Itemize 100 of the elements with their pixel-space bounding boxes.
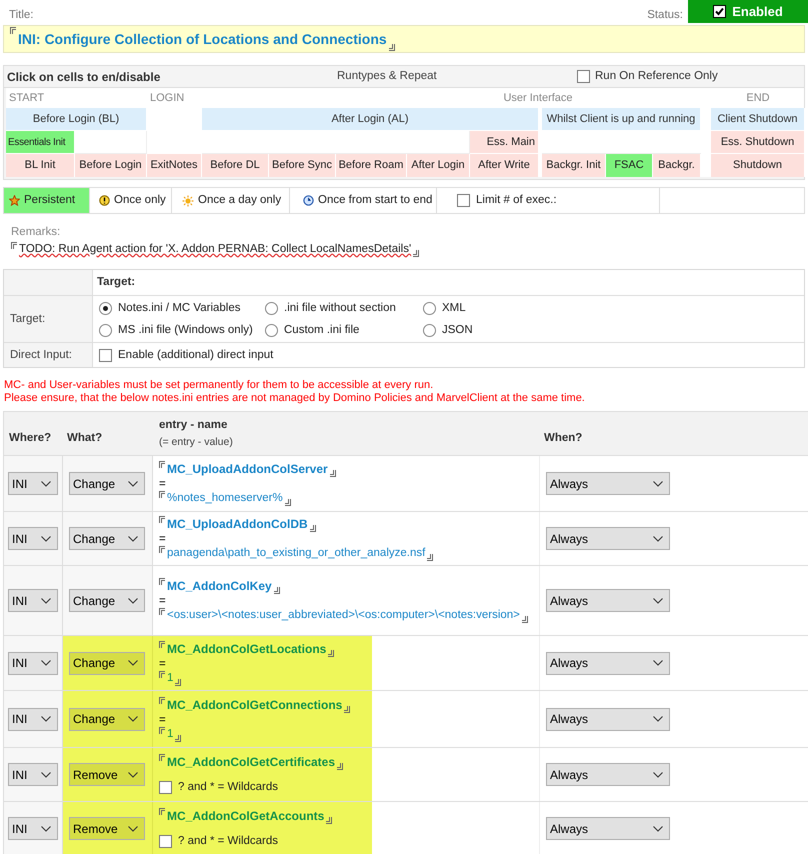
caret-icon [128,536,138,542]
dropdown[interactable]: Remove [69,763,145,786]
runtype-cell[interactable]: FSAC [606,154,653,177]
entry-name[interactable]: MC_UploadAddonColServer [167,460,328,478]
dropdown[interactable]: INI [8,589,58,612]
field-end-icon [330,470,336,478]
checkbox[interactable] [99,348,112,362]
radio-button[interactable] [423,302,436,315]
dropdown[interactable]: Always [546,472,670,496]
runtype-cell[interactable]: Essentials Init [6,131,75,154]
runtype-cell[interactable]: Before Roam [336,154,407,177]
equals-sign: = [159,595,167,608]
radio-button[interactable] [99,302,112,315]
runtype-group: Before Login (BL) [6,108,147,131]
dropdown[interactable]: Remove [69,817,145,840]
phase-label: User Interface [503,90,573,106]
dropdown[interactable]: Change [69,708,145,731]
entry-name[interactable]: MC_UploadAddonColDB [167,515,308,534]
dropdown[interactable]: Always [546,763,670,786]
caret-icon [653,598,663,604]
checkbox[interactable] [713,5,726,18]
dropdown[interactable]: Always [546,708,670,731]
checkbox[interactable] [577,70,590,83]
warning-text: Please ensure, that the below notes.ini entries are not managed by Domino Policies and MarvelClient at the same time. [4,392,586,406]
runtypes-heading: Click on cells to en/disable [7,68,162,86]
caret-icon [41,536,51,542]
field-end-icon [284,499,291,506]
runtype-cell[interactable]: After Write [470,154,539,177]
dropdown[interactable]: Change [69,589,145,612]
radio-button[interactable] [265,302,278,315]
equals-sign: = [159,658,167,670]
column-note: (= entry - value) [159,434,234,450]
title-field[interactable]: INI: Configure Collection of Locations and Connections [3,25,805,53]
entry-value[interactable]: <os:user>\<notes:user_abbreviated>\<os:computer>\<notes:version> [167,607,520,624]
field-end-icon [175,734,182,742]
caret-icon [653,826,663,832]
runtype-cell[interactable]: Ess. Main [470,131,539,154]
field-start-icon [159,754,165,762]
checkbox[interactable] [457,194,470,207]
dropdown[interactable]: Change [69,652,145,675]
limit-label: Limit # of exec.: [476,192,557,208]
field-start-icon [159,608,165,616]
radio-button[interactable] [265,324,278,337]
runtype-cell[interactable]: Ess. Shutdown [711,131,805,154]
entry-value[interactable]: panagenda\path_to_existing_or_other_analyze.nsf [167,545,426,562]
clock-icon [303,195,314,206]
runtype-cell[interactable]: Backgr. [653,154,701,177]
dropdown[interactable]: INI [8,652,58,675]
dropdown[interactable]: Always [546,817,670,840]
dropdown[interactable]: Always [546,589,670,612]
dropdown[interactable]: INI [8,708,58,731]
caret-icon [128,716,138,722]
runtype-cell[interactable]: ExitNotes [147,154,202,177]
runtype-cell[interactable]: Before Sync [269,154,336,177]
star-icon [9,195,20,206]
dropdown[interactable]: INI [8,817,58,840]
phase-label: END [746,90,770,106]
caret-icon [653,660,663,666]
field-start-icon [159,726,165,734]
runtype-cell[interactable]: Before DL [202,154,269,177]
dropdown[interactable]: INI [8,763,58,786]
field-start-icon [159,516,165,524]
dropdown[interactable]: Always [546,652,670,675]
caret-icon [41,772,51,778]
direct-input-label: Direct Input: [4,342,93,368]
dropdown[interactable]: INI [8,472,58,496]
runtype-cell[interactable]: Backgr. Init [542,154,606,177]
sun-icon [182,194,194,206]
entry-name[interactable]: MC_AddonColKey [167,577,272,596]
runtype-group: Client Shutdown [711,108,805,131]
target-option: .ini file without section [284,300,396,317]
repeat-option[interactable]: Persistent [4,188,90,213]
status-label: Status: [647,8,683,23]
caret-icon [41,826,51,832]
field-end-icon [427,554,434,562]
equals-sign: = [159,533,167,546]
checkbox[interactable] [159,781,172,794]
caret-icon [128,660,138,666]
radio-button[interactable] [423,324,436,337]
field-start-icon [159,461,165,468]
dropdown[interactable]: Always [546,527,670,550]
caret-icon [128,826,138,832]
caret-icon [41,660,51,666]
checkbox[interactable] [159,835,172,848]
runtype-cell[interactable]: After Login [407,154,470,177]
runtype-cell[interactable]: BL Init [6,154,75,177]
dropdown[interactable]: Change [69,472,145,496]
remarks-field[interactable]: TODO: Run Agent action for 'X. Addon PERNAB: Collect LocalNamesDetails' [19,241,412,258]
status-toggle[interactable]: Enabled [688,0,808,23]
dropdown[interactable]: INI [8,527,58,550]
radio-button[interactable] [99,324,112,337]
exclamation-icon [99,195,110,206]
dropdown[interactable]: Change [69,527,145,550]
field-end-icon [522,616,528,624]
runtype-cell[interactable]: Shutdown [711,154,805,177]
caret-icon [41,716,51,722]
runtype-cell[interactable]: Before Login [75,154,147,177]
entry-value[interactable]: %notes_homeserver% [167,490,283,508]
caret-icon [41,480,51,487]
target-heading: Target: [97,275,136,290]
